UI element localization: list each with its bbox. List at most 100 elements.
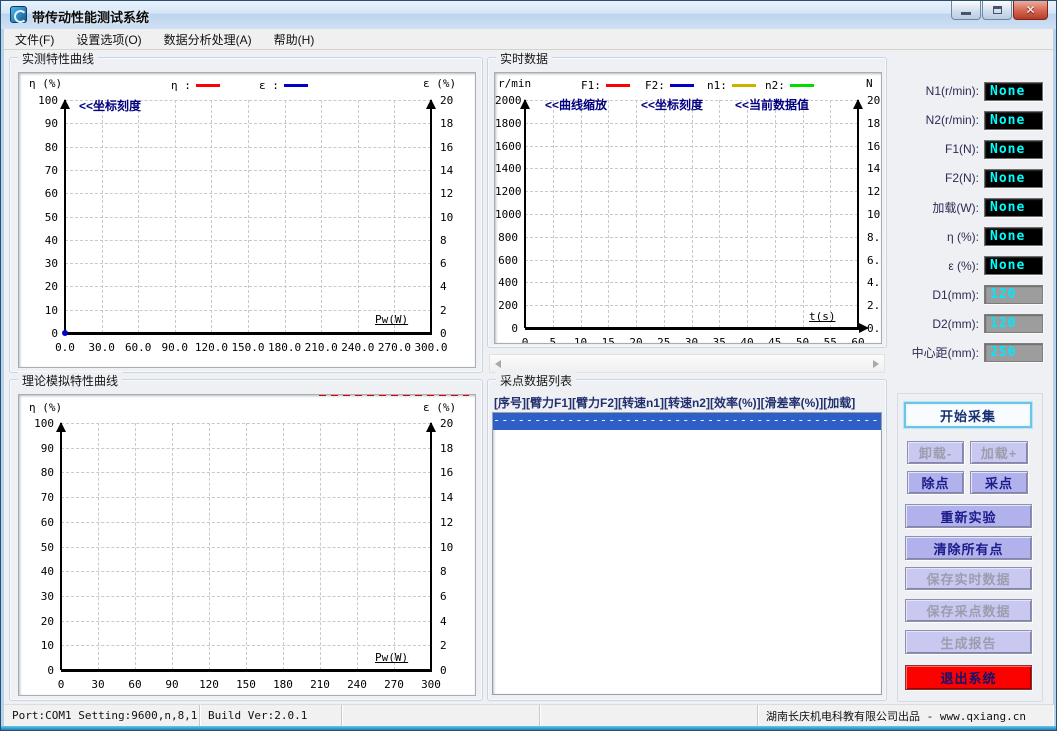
maximize-button[interactable]: [982, 1, 1012, 20]
y-tick-label: 90: [19, 117, 58, 130]
grid-line: [525, 214, 858, 215]
y-tick-label: 200: [495, 299, 518, 312]
y-axis-arrow: [60, 99, 70, 109]
menu-analysis[interactable]: 数据分析处理(A): [153, 29, 263, 50]
x-tick-label: 300: [409, 678, 453, 691]
y-tick-label: 18: [440, 442, 476, 455]
y-tick-label: 80: [19, 141, 58, 154]
readout-label: N1(r/min):: [887, 84, 984, 98]
y-tick-label: 2: [440, 639, 476, 652]
close-button[interactable]: ✕: [1013, 1, 1048, 20]
restart-experiment-button[interactable]: 重新实验: [905, 504, 1032, 528]
grid-line: [65, 310, 431, 311]
y-axis-title: η (%): [29, 77, 62, 90]
y-tick-label: 1400: [495, 162, 518, 175]
x-axis-title: Pw(W): [375, 313, 408, 326]
y-axis-arrow: [56, 422, 66, 432]
chart-overlay-label[interactable]: <<坐标刻度: [79, 97, 141, 114]
realtime-chart: 200018001600140012001000800600400200020.…: [494, 72, 882, 344]
panel-title: 实时数据: [496, 50, 552, 67]
readout-value-field[interactable]: 250: [984, 343, 1043, 362]
readout-value-display: None: [984, 227, 1043, 246]
legend-item: F1:: [581, 79, 630, 92]
y-tick-label: 10: [440, 541, 476, 554]
grid-line: [525, 168, 858, 169]
grid-line: [525, 237, 858, 238]
y-tick-label: 400: [495, 276, 518, 289]
y-axis-right: [430, 100, 432, 333]
readout-row: η (%):None: [887, 227, 1043, 247]
y-tick-label: 12: [440, 516, 476, 529]
y-tick-label: 20: [19, 615, 54, 628]
y-tick-label: 0: [495, 322, 518, 335]
grid-line: [61, 596, 431, 597]
y-tick-label: 1200: [495, 185, 518, 198]
readout-label: F2(N):: [887, 171, 984, 185]
menu-help[interactable]: 帮助(H): [263, 29, 326, 50]
y-tick-label: 600: [495, 254, 518, 267]
y-tick-label: 70: [19, 491, 54, 504]
save-realtime-data-button: 保存实时数据: [905, 567, 1032, 590]
grid-line: [525, 123, 858, 124]
realtime-chart-scrollbar[interactable]: [489, 354, 885, 373]
y-tick-label: 16: [440, 141, 476, 154]
readout-value-display: None: [984, 82, 1043, 101]
point-list-header: [序号][臂力F1][臂力F2][转速n1][转速n2][效率(%)][滑差率(…: [494, 394, 855, 411]
y-tick-label: 20: [19, 280, 58, 293]
status-empty-2: [540, 705, 758, 726]
legend-label: η :: [171, 79, 191, 92]
grid-line: [61, 645, 431, 646]
selected-list-row[interactable]: ----------------------------------------…: [493, 413, 881, 430]
grid-line: [525, 146, 858, 147]
remove-point-button[interactable]: 除点: [907, 471, 964, 494]
exit-system-button[interactable]: 退出系统: [905, 665, 1032, 690]
chart-overlay-label[interactable]: <<坐标刻度: [641, 96, 703, 113]
y-axis-left: [60, 423, 62, 670]
maximize-icon: [993, 6, 1002, 14]
readout-value-field[interactable]: 120: [984, 314, 1043, 333]
chart-overlay-label[interactable]: <<曲线缩放: [545, 96, 607, 113]
readout-value-display: None: [984, 256, 1043, 275]
minimize-button[interactable]: [951, 1, 981, 20]
grid-line: [65, 286, 431, 287]
menu-options[interactable]: 设置选项(O): [65, 29, 152, 50]
legend-color-swatch: [196, 84, 220, 87]
readout-value-field[interactable]: 120: [984, 285, 1043, 304]
realtime-data-panel: 实时数据 20001800160014001200100080060040020…: [487, 57, 887, 348]
title-bar[interactable]: 带传动性能测试系统 ✕: [1, 1, 1056, 29]
y-axis-arrow: [853, 99, 863, 109]
legend-label: n2:: [765, 79, 785, 92]
collect-point-button[interactable]: 采点: [970, 471, 1028, 494]
y-tick-label: 100: [19, 94, 58, 107]
y-axis-arrow: [426, 422, 436, 432]
start-collect-button[interactable]: 开始采集: [904, 402, 1032, 428]
x-axis: [65, 332, 432, 335]
y-axis-left: [524, 100, 526, 328]
legend-item: F2:: [645, 79, 694, 92]
y-tick-label: 0: [440, 664, 476, 677]
y-axis-title: η (%): [29, 401, 62, 414]
y-tick-label: 20: [440, 94, 476, 107]
clear-all-points-button[interactable]: 清除所有点: [905, 536, 1032, 560]
y-tick-label: 8: [440, 565, 476, 578]
window-title: 带传动性能测试系统: [32, 7, 149, 26]
chart-overlay-label[interactable]: <<当前数据值: [735, 96, 809, 113]
readout-row: D2(mm):120: [887, 314, 1043, 334]
menu-file[interactable]: 文件(F): [4, 29, 65, 50]
scroll-left-icon[interactable]: [495, 360, 501, 368]
readout-value-display: None: [984, 140, 1043, 159]
grid-line: [65, 240, 431, 241]
grid-line: [61, 448, 431, 449]
grid-line: [61, 472, 431, 473]
legend-item: ε :: [259, 79, 308, 92]
readout-row: N2(r/min):None: [887, 110, 1043, 130]
y-tick-label: 1600: [495, 140, 518, 153]
y-tick-label: 800: [495, 231, 518, 244]
y-tick-label: 2: [440, 304, 476, 317]
scroll-right-icon[interactable]: [873, 360, 879, 368]
grid-line: [525, 282, 858, 283]
y-tick-label: 8.0: [867, 231, 882, 244]
point-data-list[interactable]: ----------------------------------------…: [492, 412, 882, 695]
x-axis: [61, 669, 432, 672]
y-axis-title: N: [866, 77, 873, 90]
